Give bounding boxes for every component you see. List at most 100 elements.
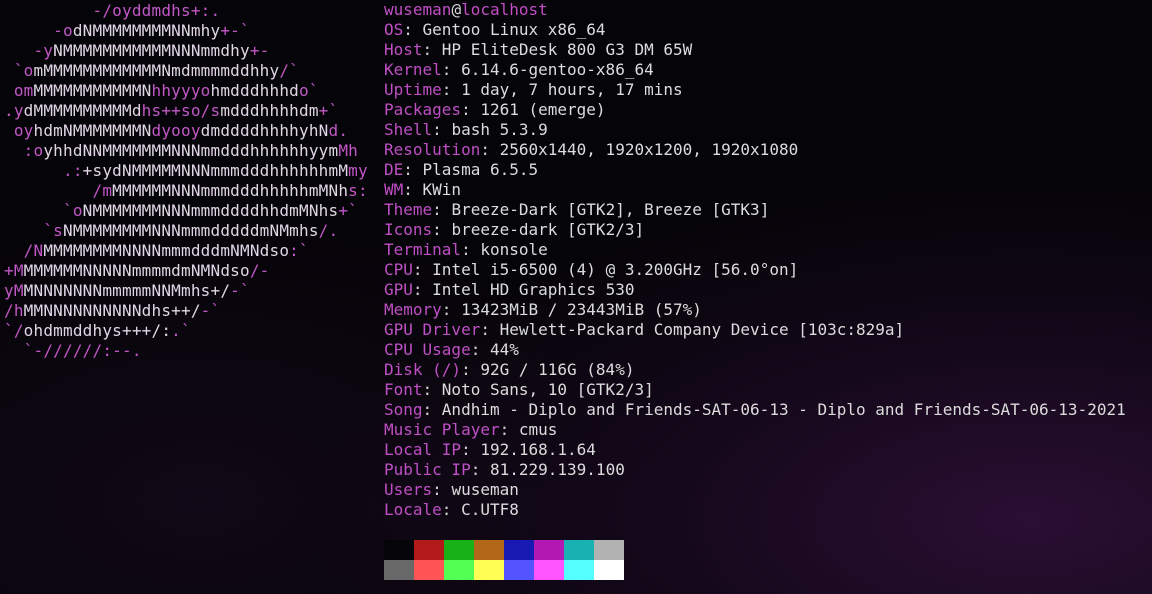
info-colon: : (461, 440, 481, 459)
color-swatch-normal-2 (444, 540, 474, 560)
logo-segment: `s (4, 221, 63, 240)
logo-segment: -y (4, 41, 54, 60)
color-swatch-normal-7 (594, 540, 624, 560)
logo-segment: +` (338, 201, 358, 220)
info-row-local-ip: Local IP: 192.168.1.64 (384, 440, 1152, 460)
logo-segment: om (4, 81, 34, 100)
info-value: Intel HD Graphics 530 (432, 280, 635, 299)
logo-line: `oNMMMMMMMNNNmmmddddhhdmMNhs+` (4, 201, 368, 221)
gentoo-ascii-logo: -/oyddmdhs+:. -odNMMMMMMMMNNmhy+-` -yNMM… (4, 1, 368, 361)
logo-segment: yM (4, 281, 24, 300)
info-row-shell: Shell: bash 5.3.9 (384, 120, 1152, 140)
info-key: Packages (384, 100, 462, 119)
info-key: Local IP (384, 440, 462, 459)
logo-segment: hhyyyo (151, 81, 211, 100)
logo-segment: mdddhhhhdm (220, 101, 319, 120)
info-value: Breeze-Dark [GTK2], Breeze [GTK3] (451, 200, 770, 219)
info-value: Hewlett-Packard Company Device [103c:829… (499, 320, 905, 339)
info-value: Noto Sans, 10 [GTK2/3] (441, 380, 654, 399)
info-colon: : (441, 500, 462, 519)
terminal-window[interactable]: -/oyddmdhs+:. -odNMMMMMMMMNNmhy+-` -yNMM… (0, 0, 1152, 594)
logo-segment: `o (4, 201, 83, 220)
info-colon: : (412, 260, 433, 279)
logo-segment: hmdddhhhd (210, 81, 299, 100)
logo-segment: MMMMMMNNNNNmmmmdmNMNdso (23, 261, 250, 280)
info-row-uptime: Uptime: 1 day, 7 hours, 17 mins (384, 80, 1152, 100)
info-row-icons: Icons: breeze-dark [GTK2/3] (384, 220, 1152, 240)
logo-segment: oy (4, 121, 34, 140)
color-swatch-bright-3 (474, 560, 504, 580)
hostname: localhost (461, 0, 548, 19)
info-value: 2560x1440, 1920x1200, 1920x1080 (499, 140, 799, 159)
info-value: 6.14.6-gentoo-x86_64 (461, 60, 654, 79)
info-key: Uptime (384, 80, 442, 99)
info-row-theme: Theme: Breeze-Dark [GTK2], Breeze [GTK3] (384, 200, 1152, 220)
info-colon: : (470, 460, 490, 479)
info-colon: : (480, 140, 500, 159)
logo-line: /mMMMMMMNNNmmmdddhhhhhmMNhs: (4, 181, 368, 201)
logo-segment: `-//////:--. (4, 341, 142, 360)
info-key: OS (384, 20, 404, 39)
logo-segment: .: (4, 161, 83, 180)
logo-segment: `/ (4, 321, 24, 340)
info-colon: : (499, 420, 519, 439)
info-row-terminal: Terminal: konsole (384, 240, 1152, 260)
color-swatch-bright-6 (564, 560, 594, 580)
info-key: Host (384, 40, 423, 59)
info-row-de: DE: Plasma 6.5.5 (384, 160, 1152, 180)
logo-segment: -/oyddmdhs+:. (4, 1, 221, 20)
logo-segment: Mh (338, 141, 358, 160)
info-value: C.UTF8 (461, 500, 519, 519)
logo-segment: :` (289, 241, 309, 260)
logo-line: -/oyddmdhs+:. (4, 1, 368, 21)
info-colon: : (432, 220, 452, 239)
info-value: Plasma 6.5.5 (422, 160, 539, 179)
info-key: CPU (384, 260, 413, 279)
logo-segment: dyooy (151, 121, 201, 140)
info-row-gpu: GPU: Intel HD Graphics 530 (384, 280, 1152, 300)
info-colon: : (441, 60, 462, 79)
logo-segment: hs++so/s (141, 101, 221, 120)
info-value: 81.229.139.100 (489, 460, 625, 479)
logo-line: .ydMMMMMMMMMMdhs++so/smdddhhhhdm+` (4, 101, 368, 121)
info-key: Public IP (384, 460, 471, 479)
system-info-panel: wuseman@localhost OS: Gentoo Linux x86_6… (384, 0, 1152, 520)
logo-segment: MMNNNNNNNNNNdhs++/ (23, 301, 201, 320)
info-value: wuseman (451, 480, 519, 499)
logo-line: /hMMNNNNNNNNNNdhs++/-` (4, 301, 368, 321)
info-row-font: Font: Noto Sans, 10 [GTK2/3] (384, 380, 1152, 400)
user-host-header: wuseman@localhost (384, 0, 1152, 20)
logo-segment: MMMMMMMMNNNNmmmdddmNMNdso (43, 241, 290, 260)
logo-segment: .` (171, 321, 191, 340)
logo-segment: .y (4, 101, 24, 120)
logo-segment: `o (4, 61, 34, 80)
logo-line: `-//////:--. (4, 341, 368, 361)
info-row-kernel: Kernel: 6.14.6-gentoo-x86_64 (384, 60, 1152, 80)
info-value: 92G / 116G (84%) (480, 360, 635, 379)
info-row-packages: Packages: 1261 (emerge) (384, 100, 1152, 120)
info-key: Terminal (384, 240, 462, 259)
info-key: WM (384, 180, 404, 199)
logo-segment: /h (4, 301, 24, 320)
info-key: Theme (384, 200, 433, 219)
color-swatch-bright-1 (414, 560, 444, 580)
palette-row-normal (384, 540, 624, 560)
logo-line: omMMMMMMMMMMMNhhyyyohmdddhhhdo` (4, 81, 368, 101)
logo-segment: NMMMMMMMNNNmmmddddhhdmMNhs (82, 201, 339, 220)
info-colon: : (422, 380, 442, 399)
info-colon: : (422, 400, 442, 419)
info-row-users: Users: wuseman (384, 480, 1152, 500)
info-colon: : (480, 320, 500, 339)
info-row-gpu-driver: GPU Driver: Hewlett-Packard Company Devi… (384, 320, 1152, 340)
color-palette (384, 540, 624, 580)
logo-line: oyhdmNMMMMMMMNdyooydmddddhhhhyhNd. (4, 121, 368, 141)
color-swatch-bright-4 (504, 560, 534, 580)
info-row-disk: Disk (/): 92G / 116G (84%) (384, 360, 1152, 380)
logo-segment: mMMMMMMMMMMMMNmdmmmmddhhy (33, 61, 280, 80)
logo-segment: dNMMMMMMMMNNmhy (72, 21, 221, 40)
info-row-cpu: CPU: Intel i5-6500 (4) @ 3.200GHz [56.0°… (384, 260, 1152, 280)
info-colon: : (461, 360, 481, 379)
info-value: 13423MiB / 23443MiB (57%) (461, 300, 702, 319)
info-row-locale: Locale: C.UTF8 (384, 500, 1152, 520)
info-row-cpu-usage: CPU Usage: 44% (384, 340, 1152, 360)
